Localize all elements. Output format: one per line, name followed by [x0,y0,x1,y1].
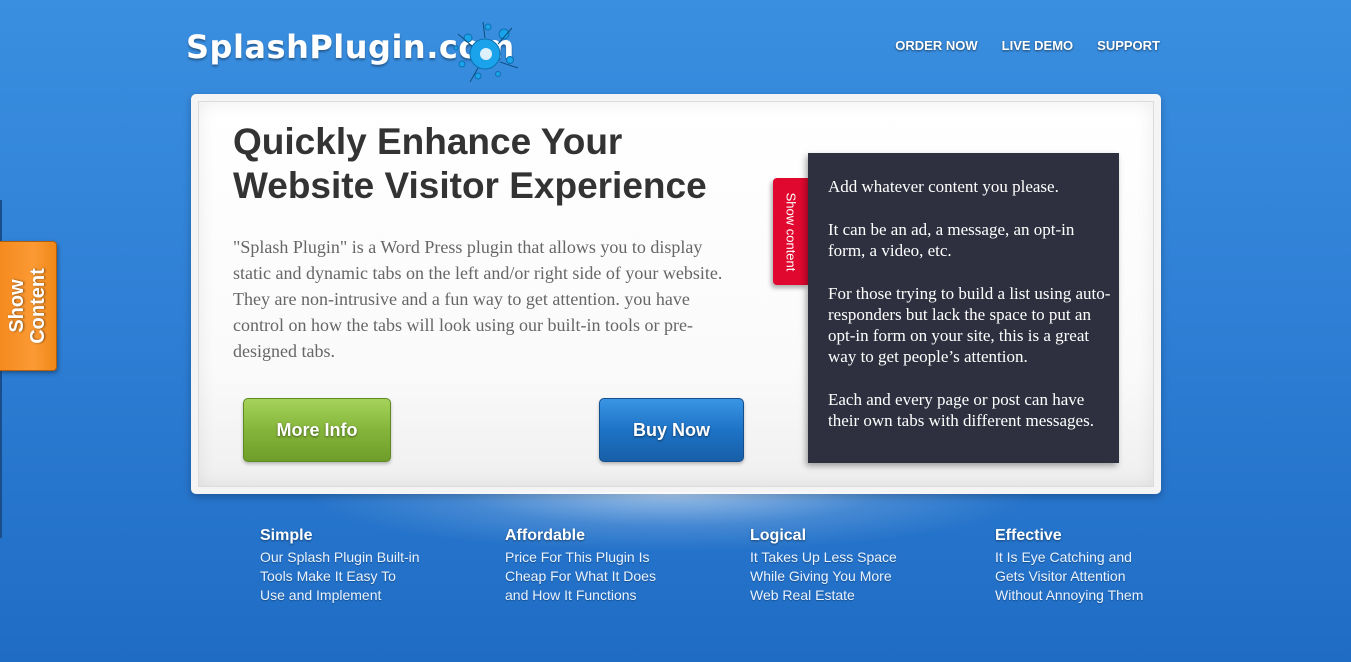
hero-headline: Quickly Enhance Your Website Visitor Exp… [233,121,707,206]
feature-text: Our Splash Plugin Built-in Tools Make It… [260,549,420,603]
nav-live-demo[interactable]: LIVE DEMO [1002,38,1074,53]
tab-content-panel: Add whatever content you please. It can … [808,153,1119,463]
show-content-tab[interactable]: Show content [773,178,808,285]
top-nav: ORDER NOW LIVE DEMO SUPPORT [895,38,1160,53]
nav-support[interactable]: SUPPORT [1097,38,1160,53]
hero-description: "Splash Plugin" is a Word Press plugin t… [233,237,723,361]
show-content-tab-label: Show content [783,192,798,271]
feature-text: It Takes Up Less Space While Giving You … [750,549,897,603]
tab-content-paragraph: Add whatever content you please. [828,177,1059,196]
buy-now-button[interactable]: Buy Now [599,398,744,462]
feature-logical: Logical It Takes Up Less Space While Giv… [750,527,920,605]
feature-title: Effective [995,527,1062,544]
side-show-content-tab[interactable]: Show Content [0,241,57,371]
tab-content-paragraph: Each and every page or post can have the… [828,390,1094,430]
feature-title: Affordable [505,527,585,544]
tab-content-text: Add whatever content you please. It can … [828,176,1112,453]
feature-effective: Effective It Is Eye Catching and Gets Vi… [995,527,1165,605]
feature-title: Simple [260,527,313,544]
feature-text: It Is Eye Catching and Gets Visitor Atte… [995,549,1144,603]
feature-simple: Simple Our Splash Plugin Built-in Tools … [260,527,430,605]
more-info-button[interactable]: More Info [243,398,391,462]
tab-content-paragraph: It can be an ad, a message, an opt-in fo… [828,220,1075,260]
logo[interactable]: SplashPlugin.com [186,21,519,83]
hero-panel-inner: Quickly Enhance Your Website Visitor Exp… [198,101,1154,487]
feature-text: Price For This Plugin Is Cheap For What … [505,549,656,603]
nav-order-now[interactable]: ORDER NOW [895,38,977,53]
feature-title: Logical [750,527,807,544]
tab-content-paragraph: For those trying to build a list using a… [828,284,1111,366]
splash-icon [453,21,519,83]
feature-affordable: Affordable Price For This Plugin Is Chea… [505,527,675,605]
hero-panel: Quickly Enhance Your Website Visitor Exp… [191,94,1161,494]
side-tab-label: Show Content [6,268,49,344]
